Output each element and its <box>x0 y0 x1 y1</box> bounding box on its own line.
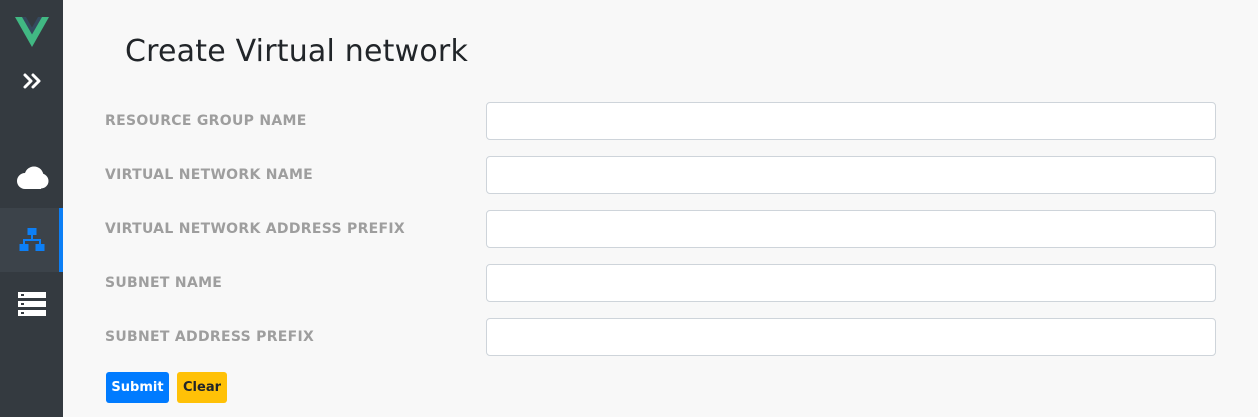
vnet-name-input[interactable] <box>486 156 1216 194</box>
main-content: Create Virtual network RESOURCE GROUP NA… <box>63 0 1258 417</box>
expand-chevrons-icon[interactable] <box>0 62 63 100</box>
vnet-name-label: VIRTUAL NETWORK NAME <box>105 167 314 183</box>
submit-button[interactable]: Submit <box>106 372 169 403</box>
subnet-address-prefix-input[interactable] <box>486 318 1216 356</box>
network-sitemap-icon[interactable] <box>0 208 63 272</box>
form-row-subnet-prefix: SUBNET ADDRESS PREFIX <box>105 318 1216 356</box>
app: Create Virtual network RESOURCE GROUP NA… <box>0 0 1258 417</box>
form-row-vnet-name: VIRTUAL NETWORK NAME <box>105 156 1216 194</box>
resource-group-label: RESOURCE GROUP NAME <box>105 113 307 129</box>
page-title: Create Virtual network <box>125 34 469 69</box>
cloud-icon[interactable] <box>0 156 63 200</box>
storage-server-icon[interactable] <box>0 282 63 326</box>
clear-button[interactable]: Clear <box>177 372 227 403</box>
resource-group-input[interactable] <box>486 102 1216 140</box>
vue-logo-icon[interactable] <box>0 12 63 52</box>
form-row-subnet-name: SUBNET NAME <box>105 264 1216 302</box>
form-row-vnet-prefix: VIRTUAL NETWORK ADDRESS PREFIX <box>105 210 1216 248</box>
subnet-address-prefix-label: SUBNET ADDRESS PREFIX <box>105 329 315 345</box>
subnet-name-input[interactable] <box>486 264 1216 302</box>
form-row-resource-group: RESOURCE GROUP NAME <box>105 102 1216 140</box>
vnet-address-prefix-label: VIRTUAL NETWORK ADDRESS PREFIX <box>105 221 405 237</box>
vnet-address-prefix-input[interactable] <box>486 210 1216 248</box>
sidebar <box>0 0 63 417</box>
subnet-name-label: SUBNET NAME <box>105 275 223 291</box>
